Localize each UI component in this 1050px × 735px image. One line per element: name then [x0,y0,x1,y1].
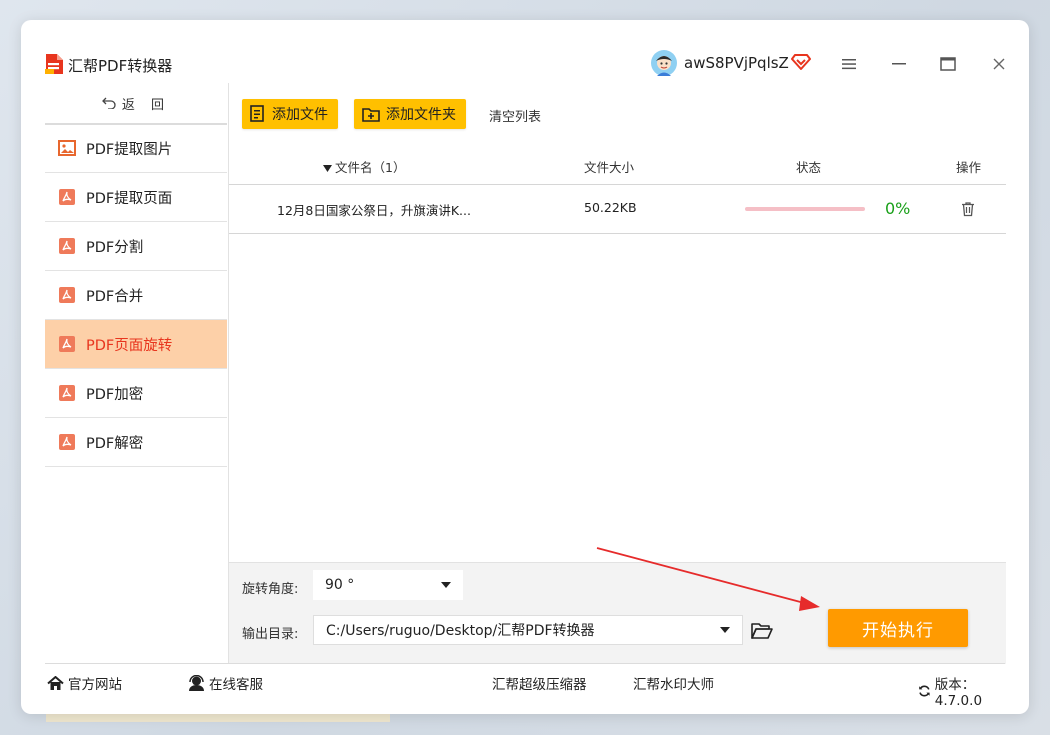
back-arrow-icon [102,97,116,109]
add-folder-icon [362,108,380,122]
pdf-icon [59,336,75,352]
output-dir-value: C:/Users/ruguo/Desktop/汇帮PDF转换器 [326,623,595,639]
rotation-value: 90 ° [325,577,355,593]
home-icon [47,675,64,690]
pdf-icon [59,189,75,205]
version-info[interactable]: 版本：4.7.0.0 [918,673,1005,709]
footer: 官方网站 在线客服 汇帮超级压缩器 汇帮水印大师 版本：4.7.0.0 [45,663,1005,709]
sidebar-item-split[interactable]: PDF分割 [45,222,227,271]
pdf-icon [59,287,75,303]
sidebar-item-label: PDF合并 [86,288,144,305]
open-folder-icon[interactable] [751,621,773,641]
website-link[interactable]: 官方网站 [47,673,122,693]
output-dir-select[interactable]: C:/Users/ruguo/Desktop/汇帮PDF转换器 [313,615,743,645]
table-row[interactable]: 12月8日国家公祭日，升旗演讲K... 50.22KB 0% [229,184,1006,234]
title-bar: 汇帮PDF转换器 awS8PVjPqlsZ [21,20,1029,83]
website-label: 官方网站 [68,677,122,693]
watermark-link[interactable]: 汇帮水印大师 [633,673,714,693]
version-label: 版本：4.7.0.0 [934,677,983,709]
sidebar-item-rotate[interactable]: PDF页面旋转 [45,320,227,369]
rotation-label: 旋转角度: [242,582,299,597]
maximize-button[interactable] [936,53,960,75]
chevron-down-icon [441,582,451,588]
file-size: 50.22KB [584,200,637,215]
rotation-select[interactable]: 90 ° [313,570,463,600]
action-header: 操作 [956,160,982,175]
menu-icon [842,59,856,70]
sidebar-item-label: PDF解密 [86,435,144,452]
minimize-button[interactable] [887,53,911,75]
pdf-icon [59,434,75,450]
pdf-icon [59,238,75,254]
sidebar-item-label: PDF分割 [86,239,144,256]
support-link[interactable]: 在线客服 [188,673,263,693]
sidebar-item-extract-images[interactable]: PDF提取图片 [45,124,227,173]
table-header: 文件名（1） 文件大小 状态 操作 [229,148,1006,185]
main-panel: 添加文件 添加文件夹 清空列表 文件名（1） 文件大小 状态 操作 12月8日国… [228,83,1006,664]
app-logo-icon [45,54,63,74]
sort-down-icon [323,165,332,172]
app-title: 汇帮PDF转换器 [68,57,173,75]
add-file-label: 添加文件 [272,107,328,123]
vip-diamond-icon[interactable] [791,53,811,71]
sidebar-item-merge[interactable]: PDF合并 [45,271,227,320]
compressor-link[interactable]: 汇帮超级压缩器 [492,673,587,693]
desktop-strip [46,714,390,722]
filename-header-label: 文件名（1） [335,160,406,175]
sidebar-item-decrypt[interactable]: PDF解密 [45,418,227,467]
sidebar-item-label: PDF提取图片 [86,141,173,158]
add-file-button[interactable]: 添加文件 [242,99,338,129]
chevron-down-icon [720,627,730,633]
output-label: 输出目录: [242,627,299,642]
avatar[interactable] [651,50,677,76]
progress-bar [745,207,865,211]
back-button[interactable]: 返 回 [45,83,227,125]
close-button[interactable] [987,53,1011,75]
progress-percent: 0% [885,199,911,218]
status-header: 状态 [796,160,822,175]
pdf-icon [59,385,75,401]
sidebar-item-encrypt[interactable]: PDF加密 [45,369,227,418]
image-icon [58,140,76,156]
clear-list-button[interactable]: 清空列表 [489,106,541,125]
add-file-icon [250,105,264,122]
sidebar-item-extract-pages[interactable]: PDF提取页面 [45,173,227,222]
back-label: 返 回 [121,97,171,113]
refresh-icon [919,685,930,697]
app-window: 汇帮PDF转换器 awS8PVjPqlsZ 返 回 PDF提取图片 PDF提取页… [21,20,1029,714]
add-folder-button[interactable]: 添加文件夹 [354,99,466,129]
headset-icon [189,675,204,691]
filename-header[interactable]: 文件名（1） [323,157,405,176]
add-folder-label: 添加文件夹 [386,107,456,123]
menu-button[interactable] [837,53,861,75]
trash-icon[interactable] [960,201,976,217]
minimize-icon [892,63,906,65]
sidebar-item-label: PDF加密 [86,386,144,403]
sidebar-item-label: PDF提取页面 [86,190,173,207]
start-button[interactable]: 开始执行 [828,609,968,647]
maximize-icon [940,57,956,71]
support-label: 在线客服 [209,677,263,693]
close-icon [993,58,1005,70]
nav-list: PDF提取图片 PDF提取页面 PDF分割 PDF合并 PDF页面旋转 PDF加… [45,124,227,467]
file-name: 12月8日国家公祭日，升旗演讲K... [277,203,471,218]
sidebar: 返 回 PDF提取图片 PDF提取页面 PDF分割 PDF合并 PDF页面旋转 [45,83,227,663]
username: awS8PVjPqlsZ [684,54,789,72]
sidebar-item-label: PDF页面旋转 [86,337,173,354]
size-header: 文件大小 [584,160,635,175]
settings-panel: 旋转角度: 90 ° 输出目录: C:/Users/ruguo/Desktop/… [229,562,1006,664]
